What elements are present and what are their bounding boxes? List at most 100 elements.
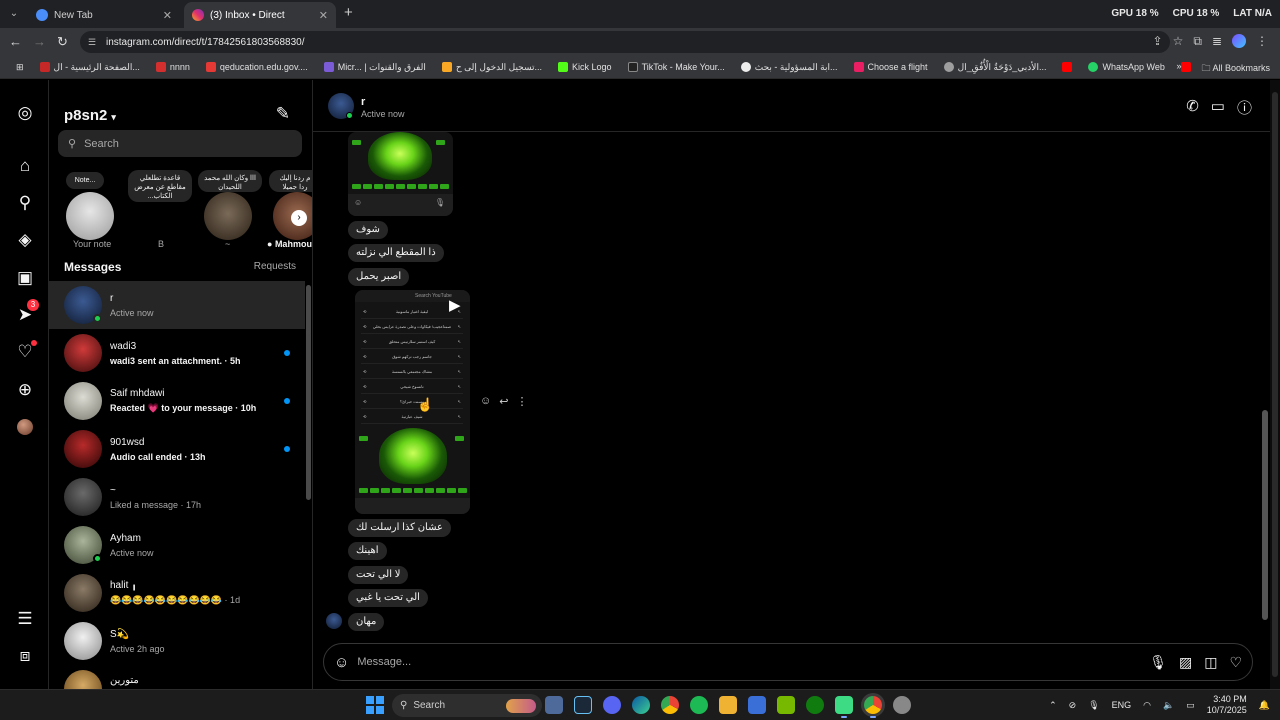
chrome-app-icon[interactable] [661,696,679,714]
add-photo-icon[interactable]: ▨ [1179,654,1192,671]
reload-icon[interactable]: ↻ [57,34,68,50]
search-icon[interactable]: ⚲ [15,193,35,213]
note-item[interactable]: قاعدة تطلعلي مقاطع عن معرض الكتاب... B [125,166,195,252]
extensions-icon[interactable]: ⧉ [1193,34,1202,49]
home-icon[interactable]: ⌂ [15,156,35,176]
bookmark-item[interactable]: تسجيل الدخول إلى ح... [434,62,550,73]
xbox-app-icon[interactable] [806,696,824,714]
shared-video-attachment[interactable]: ☺ 🎙 [348,132,453,216]
all-bookmarks-folder[interactable]: 🗀 All Bookmarks [1201,61,1270,77]
bookmarks-overflow-icon[interactable]: » [1176,61,1181,77]
tab-new-tab[interactable]: New Tab ✕ [28,2,180,28]
language-indicator[interactable]: ENG [1112,700,1132,710]
messages-icon[interactable]: ➤ 3 [15,299,39,325]
tray-overflow-icon[interactable]: ⌃ [1049,700,1057,711]
conversation-info-icon[interactable]: ⓘ [1237,97,1252,118]
discord-app-icon[interactable] [603,696,621,714]
forward-icon[interactable]: → [33,34,46,50]
bookmark-item[interactable]: nnnn [148,62,198,72]
message-bubble[interactable]: ذا المقطع الي نزلته [348,244,444,262]
reply-icon[interactable]: ↩ [499,395,508,408]
volume-icon[interactable]: 🔈 [1163,700,1174,711]
message-bubble[interactable]: عشان كذا ارسلت لك [348,519,451,537]
message-bubble[interactable]: شوف [348,221,388,239]
like-heart-icon[interactable]: ♡ [1229,654,1242,671]
chrome-active-icon[interactable] [864,696,882,718]
profile-avatar[interactable] [1232,34,1246,48]
back-icon[interactable]: ← [9,34,22,50]
instagram-logo-icon[interactable]: ◎ [15,103,35,123]
search-input[interactable]: ⚲ Search [58,130,302,157]
requests-link[interactable]: Requests [254,261,296,272]
voice-clip-icon[interactable]: 🎙 [1149,654,1167,671]
chat-name[interactable]: r [361,96,365,108]
message-bubble[interactable]: اهينك [348,542,387,560]
conversation-scrollbar[interactable] [1262,410,1268,620]
bookmark-item[interactable]: qeducation.edu.gov.... [198,62,316,72]
note-item[interactable]: ااا وكان الله محمد اللحيدان ~ [197,166,267,252]
page-scrollbar[interactable] [1270,80,1280,689]
bookmark-item[interactable]: Choose a flight [846,62,936,72]
page-scrollbar-thumb[interactable] [1272,92,1278,677]
start-button[interactable] [366,696,384,714]
play-icon[interactable]: ▶ [449,296,461,314]
new-tab-button[interactable]: + [344,5,353,21]
thread-item[interactable]: 901wsd Audio call ended · 13h [49,425,305,473]
menu-icon[interactable]: ⋮ [1256,34,1268,49]
nvidia-app-icon[interactable] [777,696,795,714]
explore-icon[interactable]: ◈ [15,230,35,250]
reels-icon[interactable]: ▣ [15,268,35,288]
thread-item[interactable]: S💫 Active 2h ago [49,617,305,665]
phone-call-icon[interactable]: ✆ [1186,97,1199,118]
wifi-icon[interactable]: ◠ [1143,700,1151,711]
bookmark-item[interactable]: الصفحة الرئيسية - ال... [32,62,148,73]
settings-gear-icon[interactable] [893,696,911,714]
thread-item[interactable]: ~ Liked a message · 17h [49,473,305,521]
notifications-heart-icon[interactable]: ♡ [15,340,37,362]
apps-grid-icon[interactable]: ⊞ [8,62,32,73]
new-message-icon[interactable]: ✎ [276,104,290,124]
message-bubble[interactable]: الي تحت يا غبي [348,589,428,607]
video-call-icon[interactable]: ▭ [1211,97,1225,118]
thread-item[interactable]: r Active now [49,281,305,329]
close-tab-icon[interactable]: ✕ [319,9,328,22]
bookmark-item[interactable]: Micr... | الفرق والقنوات [316,62,434,73]
network-off-icon[interactable]: ⊘ [1069,700,1077,711]
account-switcher[interactable]: p8sn2 ▾ [64,107,116,124]
install-app-icon[interactable]: ⇪ [1153,34,1163,49]
bookmark-item[interactable]: TikTok - Make Your... [620,62,733,72]
thread-item[interactable]: halit ╻ 😂😂😂😂😂😂😂😂😂😂 · 1d [49,569,305,617]
spotify-app-icon[interactable] [690,696,708,714]
address-bar[interactable]: ☰ instagram.com/direct/t/178425618035688… [80,31,1170,53]
bookmark-item[interactable]: WhatsApp Web [1080,62,1172,72]
note-your-note[interactable]: Note... Your note [49,166,119,252]
meta-apps-icon[interactable]: ⧈ [15,646,35,666]
youtube-bookmark-icon[interactable] [1054,62,1080,72]
thread-item[interactable]: متورين [49,665,305,689]
message-bubble[interactable]: مهان [348,613,385,631]
bookmark-star-icon[interactable]: ☆ [1173,34,1184,49]
thread-item[interactable]: Ayham Active now [49,521,305,569]
bookmark-item[interactable]: ابة المسؤولية - بحث... [733,62,846,73]
note-item[interactable]: م ردنا إليك ردا جميلا ● Mahmoud [267,166,312,252]
android-app-icon[interactable] [835,696,853,718]
create-icon[interactable]: ⊕ [15,380,35,400]
tab-instagram-inbox[interactable]: (3) Inbox • Direct ✕ [184,2,336,28]
more-options-icon[interactable]: ⋮ [516,395,527,408]
edge-app-icon[interactable] [632,696,650,714]
message-bubble[interactable]: لا الي تحت [348,566,409,584]
mic-icon[interactable]: 🎙 [1088,700,1099,711]
message-input[interactable] [357,656,1150,668]
taskbar-search[interactable]: ⚲ Search [392,694,542,717]
file-explorer-icon[interactable] [719,696,737,714]
react-emoji-icon[interactable]: ☺ [480,395,491,408]
shared-video-attachment[interactable]: Search YouTube ⟲ ليفية اغتيار ماسونية ↖ ⟲ ص… [355,290,470,514]
more-menu-icon[interactable]: ☰ [15,609,35,629]
sticker-icon[interactable]: ◫ [1204,654,1217,671]
message-bubble[interactable]: اصبر يحمل [348,268,410,286]
bookmark-item[interactable]: Kick Logo [550,62,620,72]
inbox-scrollbar[interactable] [306,285,311,500]
media-controls-icon[interactable]: ≣ [1212,34,1222,49]
chevron-right-icon[interactable]: › [291,210,307,226]
store-app-icon[interactable] [748,696,766,714]
